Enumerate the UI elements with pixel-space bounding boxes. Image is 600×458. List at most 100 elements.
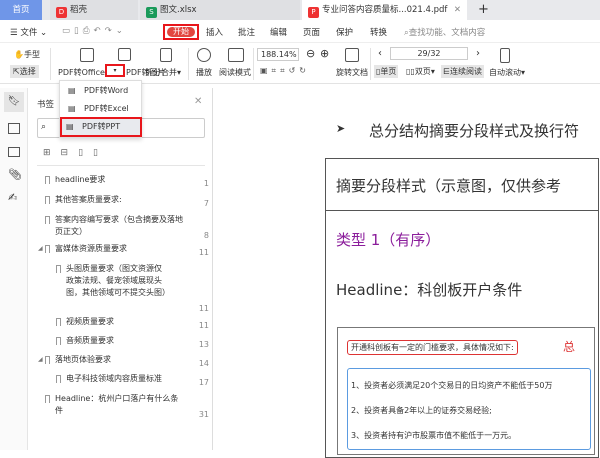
file-menu[interactable]: ☰ 文件 ⌄ [10, 26, 47, 38]
pdf-to-ppt-item[interactable]: ▤ PDF转PPT [60, 117, 142, 137]
search-icon: ⌕ [41, 122, 47, 132]
expand-icon[interactable]: ◢ [38, 354, 43, 366]
zong-label: 总 [563, 340, 576, 354]
start-label: 开始 [167, 27, 195, 37]
bookmark-page: 13 [198, 340, 209, 349]
next-page-button[interactable]: › [476, 48, 480, 59]
bookmark-panel-icon[interactable]: 🔖︎ [4, 92, 24, 112]
split-merge-label: 拆分合并 [145, 68, 177, 77]
continuous-read-button[interactable]: ⋿连续阅读 [441, 65, 484, 78]
tab-label: 专业问答内容质量标...021.4.pdf [322, 5, 448, 15]
rotate-document-button[interactable]: 旋转文档 [336, 67, 368, 78]
item-label: PDF转Excel [84, 104, 129, 113]
file-label: 文件 [20, 28, 38, 38]
menu-convert[interactable]: 转换 [370, 26, 387, 38]
quick-access-icons[interactable]: ▭▯⎙↶↷⌄ [62, 26, 127, 36]
bookmark-label: headline要求 [55, 175, 106, 184]
auto-scroll-button[interactable]: 自动滚动▾ [489, 67, 525, 78]
bookmark-page: 7 [203, 199, 209, 208]
sheet-icon: S [146, 7, 157, 18]
bookmark-page: 14 [198, 359, 209, 368]
page-value: 29/32 [417, 49, 441, 58]
tab-bar: 首页 D 稻壳 S 图文.xlsx P 专业问答内容质量标...021.4.pdf ✕ … [0, 0, 600, 20]
bookmark-label: 音频质量要求 [66, 336, 114, 345]
menu-comment[interactable]: 批注 [238, 26, 255, 38]
tab-pdf[interactable]: P 专业问答内容质量标...021.4.pdf ✕ [302, 0, 467, 20]
bookmark-page: 11 [198, 248, 209, 257]
excel-icon: ▤ [68, 104, 76, 113]
zoom-value: 188.14% [261, 50, 297, 59]
ppt-icon: ▤ [66, 122, 74, 131]
zoom-in-icon[interactable]: ⊕ [320, 47, 329, 60]
left-sidebar: 🔖︎ 📎︎ ✍︎ [0, 88, 28, 450]
select-label: 选择 [19, 67, 36, 76]
toolbar: ✋手型 ⇱选择 PDF转Office ▾ PDF转图片 拆分合并▾ 播放 阅读模… [0, 44, 600, 84]
document-view[interactable]: ➤ 总分结构摘要分段样式及换行符 摘要分段样式（示意图，仅供参考 类型 1（有序… [214, 88, 600, 458]
box-title: 摘要分段样式（示意图，仅供参考 [336, 177, 562, 195]
image-icon [118, 48, 131, 61]
auto-scroll-label: 自动滚动 [489, 68, 521, 77]
list-item: 3、投资者持有沪市股票市值不能低于一万元。 [351, 431, 517, 440]
bookmark-label: 视频质量要求 [66, 317, 114, 326]
double-label: 双页 [414, 67, 431, 76]
list-item: 2、投资者具备2年以上的证券交易经验; [351, 406, 492, 415]
item-label: PDF转PPT [82, 122, 121, 131]
single-label: 单页 [380, 67, 397, 76]
pdf-to-office-icon [80, 48, 94, 62]
pdf-to-office-menu: ▤ PDF转Word ▤ PDF转Excel ▤ PDF转PPT [59, 80, 142, 138]
signature-icon[interactable]: ✍︎ [8, 191, 17, 204]
tab-home[interactable]: 首页 [0, 0, 42, 20]
expand-icon[interactable]: ◢ [38, 243, 43, 255]
search-box[interactable]: ⌕查找功能、文档内容 [404, 26, 485, 38]
hand-tool[interactable]: ✋手型 [14, 49, 40, 60]
list-box: 1、投资者必须满足20个交易日的日均资产不能低于50万 2、投资者具备2年以上的… [347, 368, 591, 450]
bookmark-label: 头图质量要求（图文资源仅政策法规、餐宠领域展现头图，其他领域可不提交头图） [66, 264, 170, 297]
bookmark-label: 其他答案质量要求: [55, 195, 122, 204]
read-mode-button[interactable]: 阅读模式 [219, 67, 251, 78]
pdf-to-word-item[interactable]: ▤ PDF转Word [64, 83, 140, 99]
bookmark-title: 书签 [37, 100, 55, 110]
comment-icon[interactable] [8, 147, 20, 157]
docer-icon: D [56, 7, 67, 18]
thumbnail-icon[interactable] [8, 123, 20, 134]
bookmark-page: 17 [198, 378, 209, 387]
list-item: 1、投资者必须满足20个交易日的日均资产不能低于50万 [351, 381, 553, 390]
item-label: PDF转Word [84, 86, 129, 95]
play-button[interactable]: 播放 [196, 67, 212, 78]
menu-protect[interactable]: 保护 [336, 26, 353, 38]
single-page-button[interactable]: ▯单页 [374, 65, 399, 78]
prev-page-button[interactable]: ‹ [378, 48, 382, 59]
menu-edit[interactable]: 编辑 [270, 26, 287, 38]
pdf-to-office-button[interactable]: PDF转Office [58, 67, 105, 78]
fit-page-icons[interactable]: ▣⌗⌗↺↻ [260, 66, 310, 76]
page-input[interactable]: 29/32 [390, 47, 468, 60]
example-image: 开通科创板有一定的门槛要求，具体情况如下: 总 1、投资者必须满足20个交易日的… [337, 327, 595, 455]
tab-docer[interactable]: D 稻壳 [50, 0, 138, 20]
menu-page[interactable]: 页面 [303, 26, 320, 38]
bookmark-page: 11 [198, 321, 209, 330]
continuous-label: 连续阅读 [449, 67, 482, 76]
split-merge-button[interactable]: 拆分合并▾ [145, 67, 181, 78]
pdf-to-office-dropdown-arrow[interactable]: ▾ [105, 64, 125, 77]
pdf-to-excel-item[interactable]: ▤ PDF转Excel [64, 101, 140, 117]
zoom-out-icon[interactable]: ⊖ [306, 47, 315, 60]
select-tool[interactable]: ⇱选择 [10, 65, 39, 78]
type-label: 类型 1（有序） [336, 231, 441, 249]
bookmark-tools[interactable]: ⊞⊟▯▯ [43, 148, 108, 158]
close-panel-icon[interactable]: ✕ [194, 96, 202, 107]
zoom-select[interactable]: 188.14% [257, 48, 299, 61]
menu-insert[interactable]: 插入 [206, 26, 223, 38]
split-merge-icon [160, 48, 172, 62]
new-tab-button[interactable]: + [472, 0, 489, 20]
tab-xlsx[interactable]: S 图文.xlsx [140, 0, 300, 20]
bookmark-label: 富媒体资源质量要求 [55, 244, 127, 253]
menu-start[interactable]: 开始 [163, 24, 199, 40]
attachment-icon[interactable]: 📎︎ [8, 168, 22, 181]
close-icon[interactable]: ✕ [454, 0, 461, 20]
bookmark-page: 1 [203, 179, 209, 188]
hand-label: 手型 [23, 50, 40, 59]
book-icon [228, 48, 244, 62]
bookmark-label: Headline：杭州户口落户有什么条件 [55, 394, 179, 415]
headline-text: Headline：科创板开户条件 [336, 281, 523, 299]
double-page-button[interactable]: ▯▯双页▾ [406, 66, 435, 77]
